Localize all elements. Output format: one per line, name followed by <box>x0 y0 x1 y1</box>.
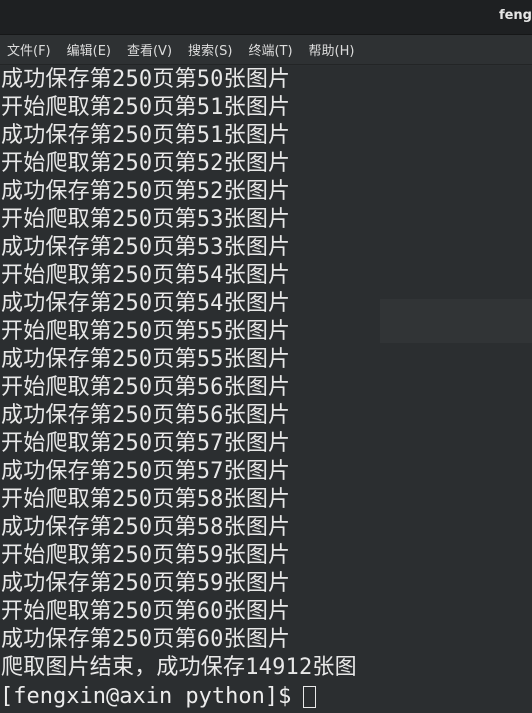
output-line: 成功保存第250页第56张图片 <box>1 403 291 428</box>
output-line: 成功保存第250页第51张图片 <box>1 123 291 148</box>
output-line: 开始爬取第250页第59张图片 <box>1 543 291 568</box>
title-bar[interactable]: feng <box>0 0 532 35</box>
output-line: 成功保存第250页第60张图片 <box>1 627 291 652</box>
menu-bar: 文件(F) 编辑(E) 查看(V) 搜索(S) 终端(T) 帮助(H) <box>0 35 532 65</box>
output-line: 成功保存第250页第59张图片 <box>1 571 291 596</box>
output-line: 开始爬取第250页第58张图片 <box>1 487 291 512</box>
shell-prompt: [fengxin@axin python]$ <box>0 684 292 709</box>
output-line: 开始爬取第250页第54张图片 <box>1 263 291 288</box>
output-line: 成功保存第250页第58张图片 <box>1 515 291 540</box>
output-line: 成功保存第250页第50张图片 <box>1 67 291 92</box>
terminal-window: feng 文件(F) 编辑(E) 查看(V) 搜索(S) 终端(T) 帮助(H)… <box>0 0 532 713</box>
window-title: feng <box>498 8 532 23</box>
output-line: 成功保存第250页第57张图片 <box>1 459 291 484</box>
output-line: 成功保存第250页第55张图片 <box>1 347 291 372</box>
menu-file[interactable]: 文件(F) <box>7 40 51 59</box>
output-line: 成功保存第250页第53张图片 <box>1 235 291 260</box>
menu-search[interactable]: 搜索(S) <box>188 40 232 59</box>
menu-edit[interactable]: 编辑(E) <box>67 40 111 59</box>
output-line: 开始爬取第250页第56张图片 <box>1 375 291 400</box>
output-lines: 成功保存第250页第50张图片 开始爬取第250页第51张图片 成功保存第250… <box>0 66 532 682</box>
output-line: 开始爬取第250页第52张图片 <box>1 151 291 176</box>
menu-view[interactable]: 查看(V) <box>127 40 172 59</box>
text-cursor <box>303 686 317 708</box>
output-line: 开始爬取第250页第60张图片 <box>1 599 291 624</box>
terminal-output[interactable]: 成功保存第250页第50张图片 开始爬取第250页第51张图片 成功保存第250… <box>0 66 532 713</box>
output-line: 成功保存第250页第52张图片 <box>1 179 291 204</box>
menu-terminal[interactable]: 终端(T) <box>248 40 292 59</box>
output-line: 开始爬取第250页第53张图片 <box>1 207 291 232</box>
menu-help[interactable]: 帮助(H) <box>309 40 355 59</box>
output-line: 开始爬取第250页第51张图片 <box>1 95 291 120</box>
output-line: 开始爬取第250页第57张图片 <box>1 431 291 456</box>
shell-prompt-line[interactable]: [fengxin@axin python]$ <box>0 682 532 712</box>
background-artifact <box>380 299 532 343</box>
output-line: 爬取图片结束，成功保存14912张图 <box>1 655 357 680</box>
